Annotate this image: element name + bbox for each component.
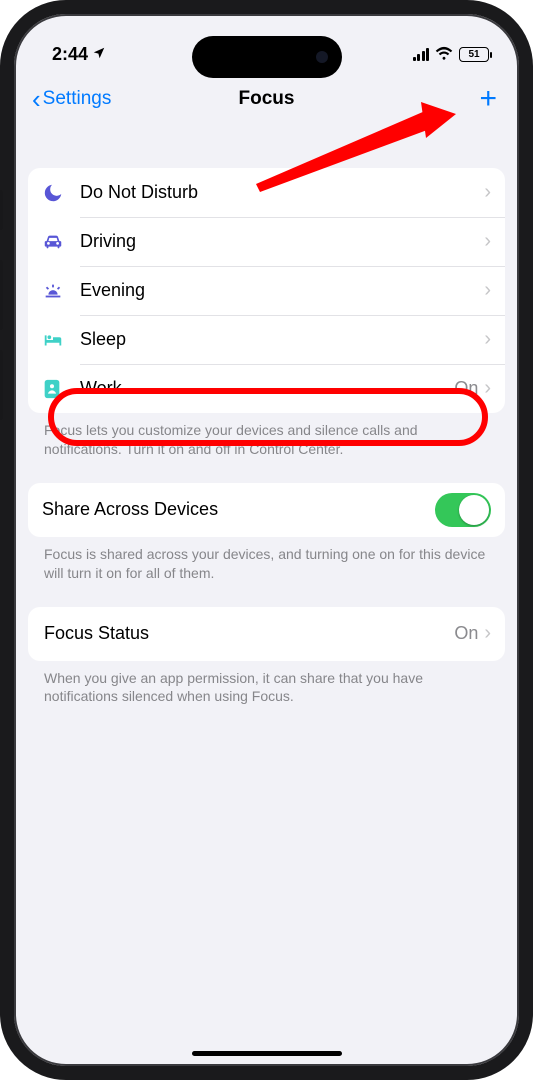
cellular-icon bbox=[413, 48, 430, 61]
bed-icon bbox=[42, 329, 80, 351]
focus-status-label: Focus Status bbox=[44, 623, 454, 644]
focus-status-row[interactable]: Focus Status On › bbox=[28, 607, 505, 661]
chevron-right-icon: › bbox=[484, 328, 491, 351]
focus-modes-footer: Focus lets you customize your devices an… bbox=[28, 413, 505, 483]
toggle-knob-icon bbox=[459, 495, 489, 525]
status-time: 2:44 bbox=[52, 44, 88, 65]
focus-row-sleep[interactable]: Sleep › bbox=[28, 315, 505, 364]
battery-icon: 51 bbox=[459, 47, 489, 62]
side-button-vol-down bbox=[0, 350, 3, 420]
location-icon bbox=[92, 44, 106, 65]
chevron-right-icon: › bbox=[484, 377, 491, 400]
share-across-devices-row: Share Across Devices bbox=[28, 483, 505, 537]
screen: 2:44 51 ‹ Settings Focus + bbox=[14, 14, 519, 1066]
wifi-icon bbox=[435, 44, 453, 65]
dynamic-island bbox=[192, 36, 342, 78]
side-button-vol-up bbox=[0, 260, 3, 330]
focus-row-dnd[interactable]: Do Not Disturb › bbox=[28, 168, 505, 217]
focus-modes-group: Do Not Disturb › Driving › Evening › bbox=[28, 168, 505, 413]
focus-status-value: On bbox=[454, 623, 478, 644]
add-focus-button[interactable]: + bbox=[475, 84, 501, 114]
focus-row-work[interactable]: Work On › bbox=[28, 364, 505, 413]
share-footer: Focus is shared across your devices, and… bbox=[28, 537, 505, 607]
content: Do Not Disturb › Driving › Evening › bbox=[14, 124, 519, 730]
badge-icon bbox=[42, 378, 80, 400]
back-label: Settings bbox=[43, 88, 112, 110]
chevron-left-icon: ‹ bbox=[32, 86, 41, 112]
moon-icon bbox=[42, 182, 80, 204]
share-group: Share Across Devices bbox=[28, 483, 505, 537]
focus-row-label: Work bbox=[80, 378, 454, 399]
chevron-right-icon: › bbox=[484, 279, 491, 302]
focus-row-label: Sleep bbox=[80, 329, 484, 350]
focus-row-label: Do Not Disturb bbox=[80, 182, 484, 203]
home-indicator bbox=[192, 1051, 342, 1056]
focus-row-evening[interactable]: Evening › bbox=[28, 266, 505, 315]
focus-row-label: Evening bbox=[80, 280, 484, 301]
focus-status-group: Focus Status On › bbox=[28, 607, 505, 661]
focus-row-driving[interactable]: Driving › bbox=[28, 217, 505, 266]
share-label: Share Across Devices bbox=[42, 499, 435, 520]
share-toggle[interactable] bbox=[435, 493, 491, 527]
navbar: ‹ Settings Focus + bbox=[14, 74, 519, 124]
battery-pct: 51 bbox=[468, 49, 479, 60]
chevron-right-icon: › bbox=[484, 230, 491, 253]
focus-row-label: Driving bbox=[80, 231, 484, 252]
focus-status-footer: When you give an app permission, it can … bbox=[28, 661, 505, 731]
sunset-icon bbox=[42, 280, 80, 302]
car-icon bbox=[42, 231, 80, 253]
focus-row-value: On bbox=[454, 378, 478, 399]
back-button[interactable]: ‹ Settings bbox=[32, 86, 111, 112]
chevron-right-icon: › bbox=[484, 622, 491, 645]
side-button-silence bbox=[0, 190, 3, 230]
camera-dot-icon bbox=[316, 51, 328, 63]
chevron-right-icon: › bbox=[484, 181, 491, 204]
